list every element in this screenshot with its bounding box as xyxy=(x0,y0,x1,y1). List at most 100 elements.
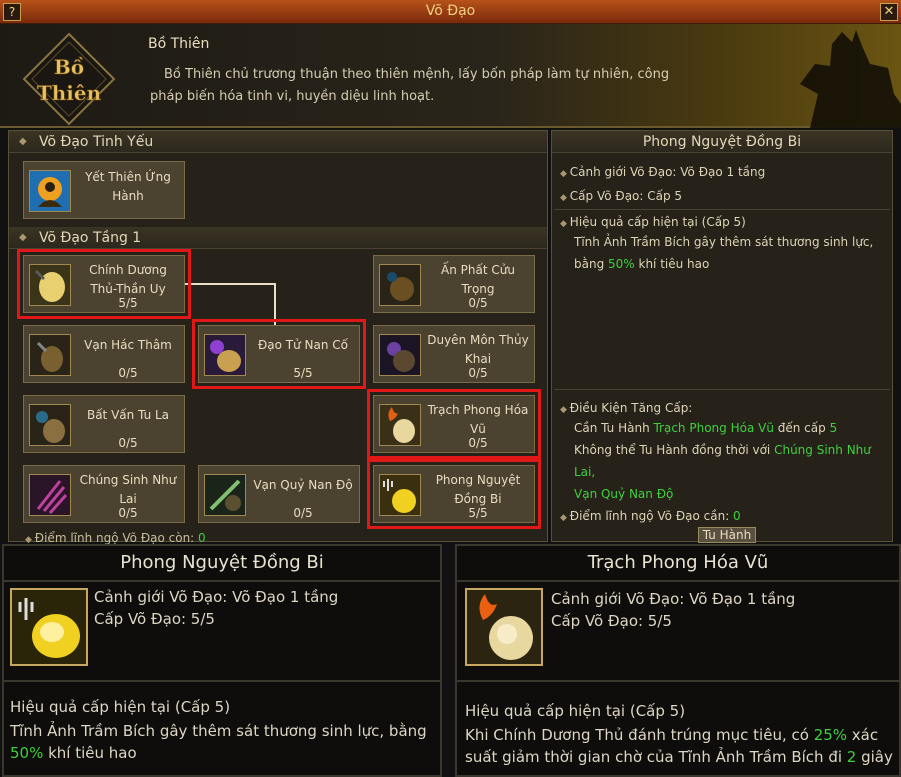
detail-title: Phong Nguyệt Đồng Bi xyxy=(552,131,892,153)
skill-node-van-hac[interactable]: Vạn Hác Thâm 0/5 xyxy=(23,325,185,383)
claw-strike-skill-icon xyxy=(29,474,71,516)
tooltip-level: Cấp Võ Đạo: 5/5 xyxy=(551,612,672,630)
tooltip-realm: Cảnh giới Võ Đạo: Võ Đạo 1 tầng xyxy=(551,590,796,608)
divider xyxy=(457,680,899,682)
skill-level: 0/5 xyxy=(468,366,488,380)
window-title: Võ Đạo xyxy=(425,3,476,19)
close-icon[interactable]: ✕ xyxy=(880,3,898,21)
effect-percent: 25% xyxy=(813,726,848,744)
skill-node-duyen-mon[interactable]: Duyên Môn Thủy Khai 0/5 xyxy=(373,325,535,383)
skill-name: Yết Thiên Ứng Hành xyxy=(85,170,171,203)
bullet-icon: ◆ xyxy=(560,193,570,203)
divider xyxy=(554,209,890,210)
skill-node-bat-van[interactable]: Bất Vấn Tu La 0/5 xyxy=(23,395,185,453)
bullet-icon: ◆ xyxy=(560,405,570,415)
flame-palm-skill-icon xyxy=(465,588,543,666)
dark-seal-skill-icon xyxy=(379,264,421,306)
conditions-title-text: Điều Kiện Tăng Cấp: xyxy=(569,401,693,415)
remaining-points-label: Điểm lĩnh ngộ Võ Đạo còn: xyxy=(34,531,195,545)
condition-text: Không thể Tu Hành đồng thời với xyxy=(574,443,775,457)
skill-node-van-quy[interactable]: Vạn Quỷ Nan Độ 0/5 xyxy=(198,465,360,523)
detail-points-needed: ◆ Điểm lĩnh ngộ Võ Đạo cần: 0 xyxy=(560,505,741,529)
trident-palm-skill-icon xyxy=(379,474,421,516)
skill-name: Ấn Phất Cửu Trọng xyxy=(441,263,515,296)
condition-text: Cần Tu Hành xyxy=(574,421,654,435)
purple-fist-skill-icon xyxy=(204,334,246,376)
trident-palm-skill-icon xyxy=(10,588,88,666)
skill-level: 0/5 xyxy=(293,506,313,520)
skill-node-chinh-duong[interactable]: Chính Dương Thủ-Thần Uy 5/5 xyxy=(17,249,191,319)
golden-palm-skill-icon xyxy=(29,264,71,306)
detail-realm: ◆ Cảnh giới Võ Đạo: Võ Đạo 1 tầng xyxy=(560,161,765,185)
skill-node-dao-tu[interactable]: Đạo Tử Nan Cố 5/5 xyxy=(192,319,366,389)
skill-level: 5/5 xyxy=(468,506,488,520)
skill-node-trach-phong[interactable]: Trạch Phong Hóa Vũ 0/5 xyxy=(367,389,541,459)
effect-text: Tĩnh Ảnh Trầm Bích gây thêm sát thương s… xyxy=(10,722,427,740)
water-gate-skill-icon xyxy=(379,334,421,376)
skill-name: Đạo Tử Nan Cố xyxy=(257,338,349,352)
condition-text: đến cấp xyxy=(773,421,830,435)
skill-name: Vạn Hác Thâm xyxy=(84,338,172,352)
skill-level: 0/5 xyxy=(468,436,488,450)
skill-level: 0/5 xyxy=(118,366,138,380)
skill-name: Trạch Phong Hóa Vũ xyxy=(427,403,529,436)
detail-level-text: Cấp Võ Đạo: Cấp 5 xyxy=(569,189,683,203)
bullet-icon: ◆ xyxy=(560,169,570,179)
train-button[interactable]: Tu Hành xyxy=(698,527,756,543)
skill-name: Vạn Quỷ Nan Độ xyxy=(253,478,353,492)
bullet-icon: ◆ xyxy=(560,513,570,523)
school-header: Bồ Thiên Bồ Thiên Bồ Thiên chủ trương th… xyxy=(0,24,901,128)
detail-effect-text: Tĩnh Ảnh Trầm Bích gây thêm sát thương s… xyxy=(574,231,890,275)
skill-name: Chúng Sinh Như Lai xyxy=(79,473,177,506)
effect-percent: 50% xyxy=(10,744,44,762)
skill-name: Chính Dương Thủ-Thần Uy xyxy=(89,263,167,296)
school-emblem-icon: Bồ Thiên xyxy=(22,32,116,126)
connector-line xyxy=(185,283,275,285)
skill-node-phong-nguyet[interactable]: Phong Nguyệt Đồng Bi 5/5 xyxy=(367,459,541,529)
section-header-essence: ◆ Võ Đạo Tinh Yếu xyxy=(9,131,547,153)
tooltip-title: Phong Nguyệt Đồng Bi xyxy=(120,552,324,573)
section-title: Võ Đạo Tầng 1 xyxy=(39,230,142,246)
skill-level: 0/5 xyxy=(468,296,488,310)
tooltip-effect-text: Khi Chính Dương Thủ đánh trúng mục tiêu,… xyxy=(465,724,899,768)
points-needed-label: Điểm lĩnh ngộ Võ Đạo cần: xyxy=(569,509,734,523)
divider xyxy=(4,680,440,682)
tooltip-realm: Cảnh giới Võ Đạo: Võ Đạo 1 tầng xyxy=(94,588,339,606)
divider xyxy=(554,389,890,390)
remaining-points-value: 0 xyxy=(198,531,206,545)
skill-level: 5/5 xyxy=(118,296,138,310)
skill-level: 5/5 xyxy=(293,366,313,380)
claw-skill-icon xyxy=(29,334,71,376)
tooltip-title: Trạch Phong Hóa Vũ xyxy=(587,552,769,573)
detail-realm-text: Cảnh giới Võ Đạo: Võ Đạo 1 tầng xyxy=(569,165,766,179)
skill-name: Duyên Môn Thủy Khai xyxy=(427,333,529,366)
condition-skill: Trạch Phong Hóa Vũ xyxy=(653,421,774,435)
divider xyxy=(4,580,440,582)
meditation-skill-icon xyxy=(29,170,71,212)
remaining-points: ◆ Điểm lĩnh ngộ Võ Đạo còn: 0 xyxy=(25,531,206,545)
tooltip-effect-title: Hiệu quả cấp hiện tại (Cấp 5) xyxy=(465,702,686,720)
skill-node-chung-sinh[interactable]: Chúng Sinh Như Lai 0/5 xyxy=(23,465,185,523)
skill-detail-panel: Phong Nguyệt Đồng Bi ◆ Cảnh giới Võ Đạo:… xyxy=(551,130,893,543)
skill-level: 0/5 xyxy=(118,506,138,520)
warrior-silhouette-icon xyxy=(800,30,901,128)
detail-condition-1: Cần Tu Hành Trạch Phong Hóa Vũ đến cấp 5 xyxy=(574,417,890,439)
detail-condition-2: Không thể Tu Hành đồng thời với Chúng Si… xyxy=(574,439,892,505)
condition-level: 5 xyxy=(829,421,838,435)
section-bullet-icon: ◆ xyxy=(19,136,27,147)
school-name: Bồ Thiên xyxy=(148,36,210,52)
skill-node-an-phat[interactable]: Ấn Phất Cửu Trọng 0/5 xyxy=(373,255,535,313)
svg-text:Bồ: Bồ xyxy=(54,55,84,79)
connector-line xyxy=(274,283,276,329)
svg-text:Thiên: Thiên xyxy=(37,81,102,105)
ghost-blade-skill-icon xyxy=(204,474,246,516)
section-bullet-icon: ◆ xyxy=(19,232,27,243)
effect-text: suất giảm thời gian chờ của Tĩnh Ảnh Trầ… xyxy=(465,748,847,766)
tooltip-effect-title: Hiệu quả cấp hiện tại (Cấp 5) xyxy=(10,698,231,716)
tooltip-trach-phong: Trạch Phong Hóa Vũ Cảnh giới Võ Đạo: Võ … xyxy=(455,544,901,777)
effect-text: xác xyxy=(847,726,879,744)
tooltip-level: Cấp Võ Đạo: 5/5 xyxy=(94,610,215,628)
detail-effect-title-text: Hiệu quả cấp hiện tại (Cấp 5) xyxy=(569,215,746,229)
skill-node-core[interactable]: Yết Thiên Ứng Hành xyxy=(23,161,185,219)
effect-seconds: 2 xyxy=(846,748,857,766)
